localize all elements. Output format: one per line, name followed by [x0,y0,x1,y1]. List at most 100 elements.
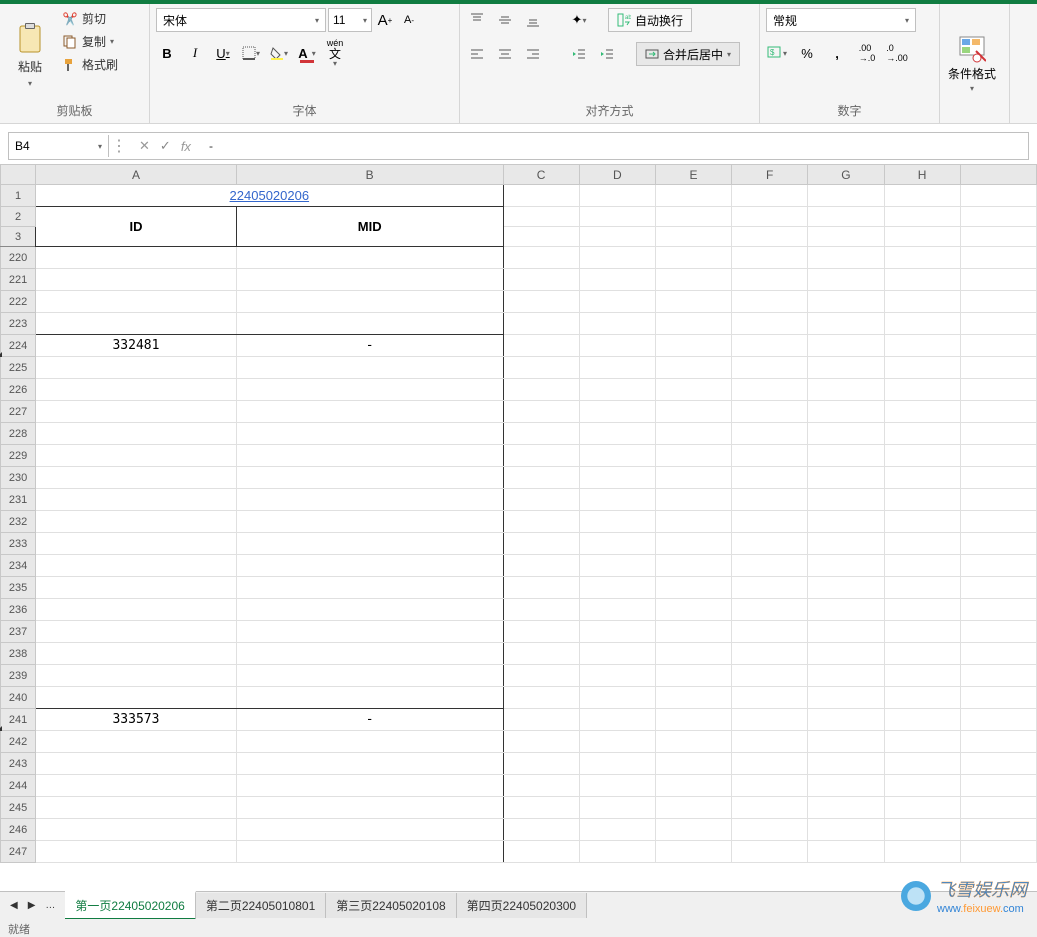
row-header[interactable]: 238 [1,643,36,665]
decrease-font-button[interactable]: A- [398,9,420,31]
paste-button[interactable]: 粘贴 ▾ [6,8,54,102]
cell[interactable]: - [236,709,503,731]
italic-button[interactable]: I [184,42,206,64]
row-header[interactable]: 226 [1,379,36,401]
orientation-button[interactable]: ✦▾ [568,9,590,31]
row-header[interactable]: 240 [1,687,36,709]
cell[interactable] [36,599,237,621]
col-header[interactable]: F [732,165,808,185]
row-header[interactable]: 1 [1,185,36,207]
cell[interactable] [236,599,503,621]
cell[interactable] [236,533,503,555]
cell[interactable] [36,379,237,401]
cell[interactable] [36,621,237,643]
indent-button[interactable] [596,43,618,65]
cell[interactable] [236,775,503,797]
col-header[interactable]: H [884,165,960,185]
select-all-corner[interactable] [1,165,36,185]
cell[interactable] [36,577,237,599]
row-header[interactable]: 241 [1,709,36,731]
row-header[interactable]: 225 [1,357,36,379]
row-header[interactable]: 247 [1,841,36,863]
row-header[interactable]: 2 [1,207,36,227]
cell[interactable] [36,357,237,379]
row-header[interactable]: 246 [1,819,36,841]
tab-next-button[interactable]: ▶ [24,896,40,915]
cell[interactable]: 333573 [36,709,237,731]
sheet-tab-active[interactable]: 第一页22405020206 [65,891,195,920]
comma-button[interactable]: , [826,42,848,64]
row-header[interactable]: 227 [1,401,36,423]
increase-decimal-button[interactable]: .00→.0 [856,42,878,64]
cell[interactable] [236,445,503,467]
align-left-button[interactable] [466,43,488,65]
cell[interactable] [36,687,237,709]
cell[interactable] [236,555,503,577]
name-box[interactable]: B4 ▾ [9,135,109,157]
cell[interactable] [36,643,237,665]
align-top-button[interactable] [466,9,488,31]
row-header[interactable]: 232 [1,511,36,533]
cell[interactable] [36,797,237,819]
accounting-button[interactable]: $▾ [766,42,788,64]
cell[interactable] [236,819,503,841]
col-header[interactable]: D [579,165,655,185]
cell[interactable]: 332481 [36,335,237,357]
cell[interactable] [36,753,237,775]
title-link[interactable]: 22405020206 [36,185,503,207]
col-header[interactable]: G [808,165,884,185]
increase-font-button[interactable]: A+ [374,9,396,31]
row-header[interactable]: 221 [1,269,36,291]
cell[interactable] [236,643,503,665]
cell[interactable] [36,467,237,489]
decrease-decimal-button[interactable]: .0→.00 [886,42,908,64]
cell[interactable] [236,753,503,775]
tab-prev-button[interactable]: ◀ [6,896,22,915]
row-header[interactable]: 245 [1,797,36,819]
spreadsheet-grid[interactable]: ABCDEFGH 1224050202062IDMID3220221222223… [0,164,1037,888]
row-header[interactable]: 235 [1,577,36,599]
conditional-format-button[interactable]: 条件格式 ▾ [946,8,998,119]
row-header[interactable]: 220 [1,247,36,269]
cell[interactable] [236,841,503,863]
cell[interactable] [36,489,237,511]
row-header[interactable]: 228 [1,423,36,445]
row-header[interactable]: 239 [1,665,36,687]
cell[interactable] [36,313,237,335]
cell[interactable] [236,291,503,313]
row-header[interactable]: 236 [1,599,36,621]
cell[interactable] [36,247,237,269]
cell[interactable] [236,797,503,819]
fill-color-button[interactable]: ▾ [268,42,290,64]
row-header[interactable]: 231 [1,489,36,511]
cancel-icon[interactable]: ✕ [139,138,150,154]
cell[interactable] [36,555,237,577]
row-header[interactable]: 3 [1,227,36,247]
row-header[interactable]: 237 [1,621,36,643]
wrap-text-button[interactable]: ab 自动换行 [608,8,692,32]
cell[interactable] [236,357,503,379]
sheet-tab[interactable]: 第二页22405010801 [196,893,326,918]
cell[interactable] [36,841,237,863]
row-header[interactable]: 242 [1,731,36,753]
cell[interactable] [36,819,237,841]
cell[interactable] [236,687,503,709]
format-painter-button[interactable]: 格式刷 [58,54,122,75]
header-mid[interactable]: MID [236,207,503,247]
cell[interactable] [236,731,503,753]
align-right-button[interactable] [522,43,544,65]
row-header[interactable]: 224 [1,335,36,357]
outdent-button[interactable] [568,43,590,65]
align-middle-button[interactable] [494,9,516,31]
cell[interactable] [36,423,237,445]
copy-button[interactable]: 复制▾ [58,31,122,52]
cell[interactable] [236,489,503,511]
cut-button[interactable]: ✂️ 剪切 [58,8,122,29]
formula-input[interactable]: - [201,139,1028,153]
align-center-button[interactable] [494,43,516,65]
col-header[interactable]: A [36,165,237,185]
row-header[interactable]: 222 [1,291,36,313]
cell[interactable] [36,731,237,753]
row-header[interactable]: 230 [1,467,36,489]
cell[interactable] [236,401,503,423]
